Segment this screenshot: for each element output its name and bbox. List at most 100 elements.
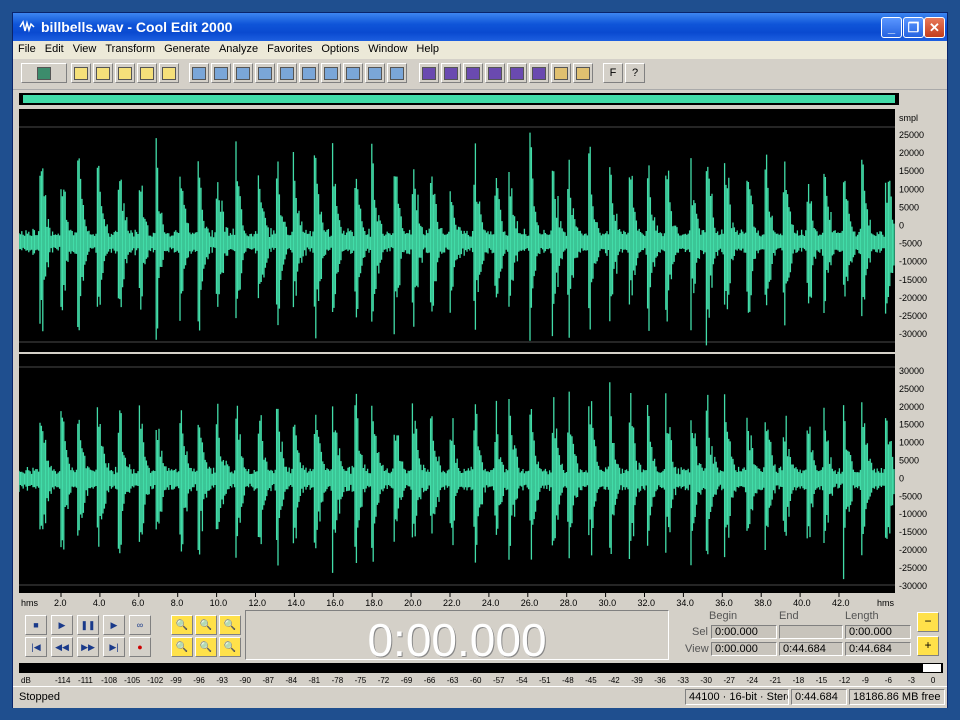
rewind-button[interactable]: ◀◀	[51, 637, 73, 657]
close-icon	[118, 67, 132, 83]
properties-button[interactable]	[529, 63, 549, 83]
zoom-selection-button[interactable]: 🔍	[219, 637, 241, 657]
window-title: billbells.wav - Cool Edit 2000	[41, 19, 233, 35]
play-list-button[interactable]	[485, 63, 505, 83]
meter-tick-label: -30	[700, 676, 712, 685]
zoom-out-button[interactable]: 🔍	[195, 615, 217, 635]
overview-range[interactable]	[23, 95, 895, 103]
meter-tick-label: -9	[862, 676, 870, 685]
amplitude-tick-label: 0	[899, 221, 904, 231]
delete-silence-button[interactable]	[343, 63, 363, 83]
zoom-right-button[interactable]: 🔍	[195, 637, 217, 657]
close-button[interactable]: ✕	[924, 17, 945, 38]
app-window: billbells.wav - Cool Edit 2000 _ ❐ ✕ Fil…	[12, 12, 948, 708]
overview-position-bar[interactable]	[19, 93, 899, 105]
menu-file[interactable]: File	[13, 41, 40, 55]
cue-list-button[interactable]	[463, 63, 483, 83]
zoom-right-icon: 🔍	[199, 642, 213, 653]
menu-window[interactable]: Window	[363, 41, 411, 55]
go-to-start-button[interactable]: |◀	[25, 637, 47, 657]
cd-button[interactable]	[551, 63, 571, 83]
view-begin-field[interactable]: 0:00.000	[711, 642, 777, 656]
save-as-icon	[162, 67, 176, 83]
vertical-zoom-out-icon[interactable]: −	[917, 612, 939, 632]
begin-header: Begin	[709, 610, 738, 622]
time-ruler[interactable]: hms hms 2.0 4.0 6.0 8.0 10.0 12.0 14.0 16.0 18.0 20…	[19, 593, 935, 611]
trim-icon	[324, 67, 338, 83]
menu-options[interactable]: Options	[316, 41, 363, 55]
fast-forward-button[interactable]: ▶▶	[77, 637, 99, 657]
go-to-end-icon: ▶|	[109, 642, 119, 652]
menu-view[interactable]: View	[68, 41, 101, 55]
sel-end-field[interactable]	[779, 625, 843, 639]
menu-transform[interactable]: Transform	[100, 41, 159, 55]
multitrack-toggle-icon	[37, 67, 51, 83]
view-end-field[interactable]: 0:44.684	[779, 642, 843, 656]
repeat-button[interactable]	[211, 63, 231, 83]
cut-button[interactable]	[233, 63, 253, 83]
menu-help[interactable]: Help	[411, 41, 443, 55]
waveform-display[interactable]: smpl 25000 20000 15000 10000 5000 0 -5000 -10000…	[19, 109, 935, 597]
view-label: View	[685, 643, 709, 655]
amplitude-tick-label: -25000	[899, 563, 927, 573]
meter-tick-label: -90	[239, 676, 251, 685]
amplify-button[interactable]	[365, 63, 385, 83]
repeat-icon	[214, 67, 228, 83]
meter-tick-label: 0	[931, 676, 936, 685]
meter-tick-label: -57	[493, 676, 505, 685]
zoom-left-button[interactable]: 🔍	[171, 637, 193, 657]
sel-begin-field[interactable]: 0:00.000	[711, 625, 777, 639]
time-tick-label: 18.0	[365, 598, 383, 608]
copy-button[interactable]	[255, 63, 275, 83]
meter-tick-label: -60	[470, 676, 482, 685]
meter-tick-label: -51	[539, 676, 551, 685]
pause-button[interactable]: ❚❚	[77, 615, 99, 635]
zoom-full-button[interactable]: 🔍	[219, 615, 241, 635]
menu-analyze[interactable]: Analyze	[214, 41, 262, 55]
go-to-end-button[interactable]: ▶|	[103, 637, 125, 657]
play-to-end-button[interactable]: ▶	[103, 615, 125, 635]
menu-generate[interactable]: Generate	[159, 41, 214, 55]
save-button[interactable]	[137, 63, 157, 83]
minimize-button[interactable]: _	[881, 17, 902, 38]
trim-button[interactable]	[321, 63, 341, 83]
favorites-button[interactable]	[573, 63, 593, 83]
amplitude-tick-label: -10000	[899, 257, 927, 267]
meter-tick-label: -48	[562, 676, 574, 685]
menu-favorites[interactable]: Favorites	[262, 41, 316, 55]
menu-edit[interactable]: Edit	[40, 41, 68, 55]
stop-button[interactable]: ■	[25, 615, 47, 635]
play-list-icon	[488, 67, 502, 83]
amplitude-tick-label: 15000	[899, 420, 924, 430]
new-button[interactable]	[71, 63, 91, 83]
amplitude-tick-label: -30000	[899, 581, 927, 591]
loop-button[interactable]: ∞	[129, 615, 151, 635]
sel-length-field[interactable]: 0:00.000	[845, 625, 911, 639]
mix-paste-button[interactable]	[299, 63, 319, 83]
help-button[interactable]: ?	[625, 63, 645, 83]
meter-tick-label: -111	[78, 676, 93, 685]
time-tick-label: 30.0	[599, 598, 617, 608]
amplitude-tick-label: 5000	[899, 456, 919, 466]
properties-icon	[532, 67, 546, 83]
open-button[interactable]	[93, 63, 113, 83]
title-bar[interactable]: billbells.wav - Cool Edit 2000 _ ❐ ✕	[13, 13, 947, 41]
spectral-view-button[interactable]	[419, 63, 439, 83]
maximize-button[interactable]: ❐	[903, 17, 924, 38]
zoom-in-button[interactable]: 🔍	[171, 615, 193, 635]
close-button[interactable]	[115, 63, 135, 83]
waveform-view-button[interactable]	[441, 63, 461, 83]
script-button[interactable]: F	[603, 63, 623, 83]
stop-icon: ■	[33, 620, 39, 630]
save-as-button[interactable]	[159, 63, 179, 83]
vertical-zoom-in-icon[interactable]: +	[917, 636, 939, 656]
paste-button[interactable]	[277, 63, 297, 83]
multitrack-toggle-button[interactable]	[21, 63, 67, 83]
noise-reduction-button[interactable]	[387, 63, 407, 83]
info-button[interactable]	[507, 63, 527, 83]
play-button[interactable]: ▶	[51, 615, 73, 635]
record-button[interactable]: ●	[129, 637, 151, 657]
undo-button[interactable]	[189, 63, 209, 83]
time-tick-label: 10.0	[210, 598, 228, 608]
view-length-field[interactable]: 0:44.684	[845, 642, 911, 656]
